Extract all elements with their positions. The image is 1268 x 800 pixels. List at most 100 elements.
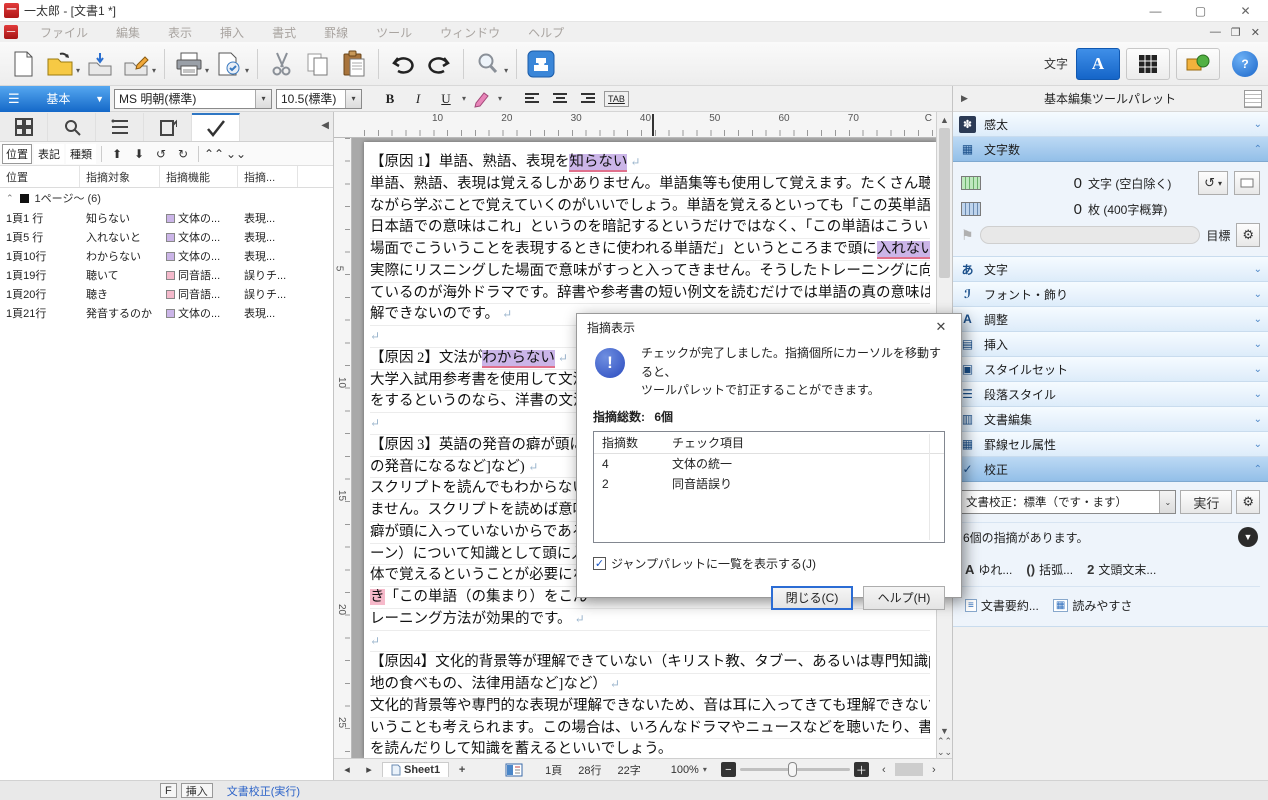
page-down-icon[interactable]: ⌄⌄ [937, 747, 952, 758]
document-line[interactable]: ↵ [370, 631, 930, 653]
zoom-slider[interactable] [740, 768, 850, 771]
recount-button[interactable]: ↺▾ [1198, 171, 1228, 195]
sheet-prev-icon[interactable]: ◂ [338, 763, 356, 776]
hscroll-thumb[interactable] [895, 763, 923, 776]
move-down-icon[interactable]: ⬇ [129, 147, 149, 161]
close-dialog-button[interactable]: 閉じる(C) [771, 586, 853, 610]
dialog-help-button[interactable]: ヘルプ(H) [863, 586, 945, 610]
undo-icon[interactable] [385, 46, 421, 82]
print-button[interactable] [171, 46, 207, 82]
goal-settings-gear-icon[interactable]: ⚙ [1236, 223, 1260, 247]
mode-chip-f[interactable]: F [160, 783, 177, 798]
horizontal-ruler[interactable]: 10203040506070 C [334, 112, 936, 138]
expand-indications-icon[interactable]: ▼ [1238, 527, 1258, 547]
underline-button[interactable]: U [434, 88, 458, 110]
dialog-close-icon[interactable]: ✕ [921, 314, 961, 340]
redo-small-icon[interactable]: ↻ [173, 147, 193, 161]
document-line[interactable]: いうことも考えられます。この場合は、いろんなドラマやニュースなどを聴いたり、書籍 [370, 718, 930, 740]
indication-summary-table[interactable]: 指摘数 チェック項目 4 文体の統一 2 同音語誤り [593, 431, 945, 543]
section-moji-count[interactable]: ▦ 文字数 ⌃ [953, 137, 1268, 162]
save-button[interactable] [82, 46, 118, 82]
indication-row[interactable]: 1頁21行 発音するのか 文体の... 表現... [0, 303, 333, 322]
document-line[interactable]: 地の食べもの、法律用語など]など） ↵ [370, 674, 930, 696]
bold-button[interactable]: B [378, 88, 402, 110]
palette-collapse-icon[interactable]: ▶ [953, 93, 976, 104]
print-preview-button[interactable] [211, 46, 247, 82]
indication-row[interactable]: 1頁10行 わからない 文体の... 表現... [0, 246, 333, 265]
document-line[interactable]: 実際にリスニングした場面で意味がすっと入ってきません。そうしたトレーニングに向い [370, 261, 930, 283]
view-mode-icon[interactable] [505, 763, 523, 777]
scroll-down-icon[interactable]: ▼ [940, 726, 949, 736]
redo-icon[interactable] [421, 46, 457, 82]
zoom-slider-knob[interactable] [788, 762, 797, 777]
panel-collapse-icon[interactable]: ◀ [321, 120, 329, 131]
count-detail-button[interactable] [1234, 171, 1260, 195]
indication-row[interactable]: 1頁5 行 入れないと 文体の... 表現... [0, 227, 333, 246]
style-set-button[interactable]: ☰ 基本 ▼ [0, 86, 110, 112]
document-line[interactable]: 単語、熟語、表現は覚えるしかありません。単語集等も使用して覚えます。たくさん聴き [370, 174, 930, 196]
filter-kind-button[interactable]: 種類 [66, 144, 96, 164]
align-center-icon[interactable] [548, 88, 572, 110]
italic-button[interactable]: I [406, 88, 430, 110]
collapse-icon[interactable]: ⌃ [6, 193, 14, 204]
menu-4[interactable]: 書式 [258, 22, 310, 43]
goal-input[interactable] [980, 226, 1201, 244]
document-line[interactable]: 【原因 1】単語、熟語、表現を知らない ↵ [370, 152, 930, 174]
palette-doc-icon[interactable] [1244, 90, 1262, 108]
collapse-all-icon[interactable]: ⌃⌃ [204, 147, 224, 161]
palette-section[interactable]: ☰ 段落スタイル ⌄ [953, 382, 1268, 407]
text-mode-button[interactable]: A [1076, 48, 1120, 80]
doc-minimize-button[interactable]: — [1210, 26, 1221, 39]
proofread-tool-button[interactable]: 2 文頭文末... [1087, 561, 1156, 578]
zoom-caret-icon[interactable]: ▾ [703, 765, 707, 774]
menu-7[interactable]: ウィンドウ [426, 22, 514, 43]
maximize-button[interactable]: ▢ [1178, 0, 1223, 21]
align-left-icon[interactable] [520, 88, 544, 110]
palette-section[interactable]: ▦ 罫線セル属性 ⌄ [953, 432, 1268, 457]
tab-page-icon[interactable] [144, 113, 192, 141]
document-line[interactable]: 場面でこういうことを表現するときに使われる単語だ」というところまで頭に入れないと… [370, 239, 930, 261]
font-name-select[interactable]: MS 明朝(標準)▾ [114, 89, 272, 109]
open-file-button[interactable] [42, 46, 78, 82]
document-line[interactable]: 日本語での意味はこれ」というのを暗記するというだけではなく、「この単語はこういう [370, 217, 930, 239]
menu-6[interactable]: ツール [362, 22, 426, 43]
scroll-up-icon[interactable]: ▲ [937, 112, 952, 128]
run-proofread-button[interactable]: 実行 [1180, 490, 1232, 514]
section-kanta[interactable]: ✽ 感太 ⌄ [953, 112, 1268, 137]
vertical-ruler[interactable]: 510152025 [334, 138, 352, 758]
palette-section[interactable]: ▥ 文書編集 ⌄ [953, 407, 1268, 432]
menu-0[interactable]: ファイル [26, 22, 102, 43]
section-kousei[interactable]: ✓ 校正 ⌃ [953, 457, 1268, 482]
undo-small-icon[interactable]: ↺ [151, 147, 171, 161]
palette-section[interactable]: あ 文字 ⌄ [953, 257, 1268, 282]
underline-caret[interactable]: ▾ [462, 94, 466, 103]
proofread-tool-button[interactable]: ▦ 読みやすさ [1053, 597, 1132, 614]
hscroll-right-icon[interactable]: › [925, 764, 943, 776]
indication-row[interactable]: 1頁20行 聴き 同音語... 誤りチ... [0, 284, 333, 303]
proofread-settings-gear-icon[interactable]: ⚙ [1236, 490, 1260, 514]
close-button[interactable]: ✕ [1223, 0, 1268, 21]
save-as-button[interactable] [118, 46, 154, 82]
indication-row[interactable]: 1頁19行 聴いて 同音語... 誤りチ... [0, 265, 333, 284]
scrollbar-thumb[interactable] [939, 128, 950, 278]
palette-section[interactable]: ℐ フォント・飾り ⌄ [953, 282, 1268, 307]
hscroll-left-icon[interactable]: ‹ [875, 764, 893, 776]
menu-2[interactable]: 表示 [154, 22, 206, 43]
sheet-next-icon[interactable]: ▸ [360, 763, 378, 776]
document-line[interactable]: レーニング方法が効果的です。 ↵ [370, 609, 930, 631]
insert-mode-chip[interactable]: 挿入 [181, 783, 213, 798]
filter-position-button[interactable]: 位置 [2, 144, 32, 164]
proofread-tool-button[interactable]: () 括弧... [1026, 561, 1073, 578]
grid-mode-button[interactable] [1126, 48, 1170, 80]
highlighter-pen-icon[interactable] [470, 88, 494, 110]
document-line[interactable]: ているのが海外ドラマです。辞書や参考書の短い例文を読むだけでは単語の真の意味は理 [370, 283, 930, 305]
zoom-out-button[interactable]: − [721, 762, 736, 777]
tab-list-icon[interactable] [96, 113, 144, 141]
search-icon[interactable] [470, 46, 506, 82]
tab-button[interactable]: TAB [604, 91, 629, 107]
palette-section[interactable]: ▤ 挿入 ⌄ [953, 332, 1268, 357]
indication-row[interactable]: 1頁1 行 知らない 文体の... 表現... [0, 208, 333, 227]
paste-icon[interactable] [336, 46, 372, 82]
margin-marker[interactable] [652, 114, 654, 136]
move-up-icon[interactable]: ⬆ [107, 147, 127, 161]
